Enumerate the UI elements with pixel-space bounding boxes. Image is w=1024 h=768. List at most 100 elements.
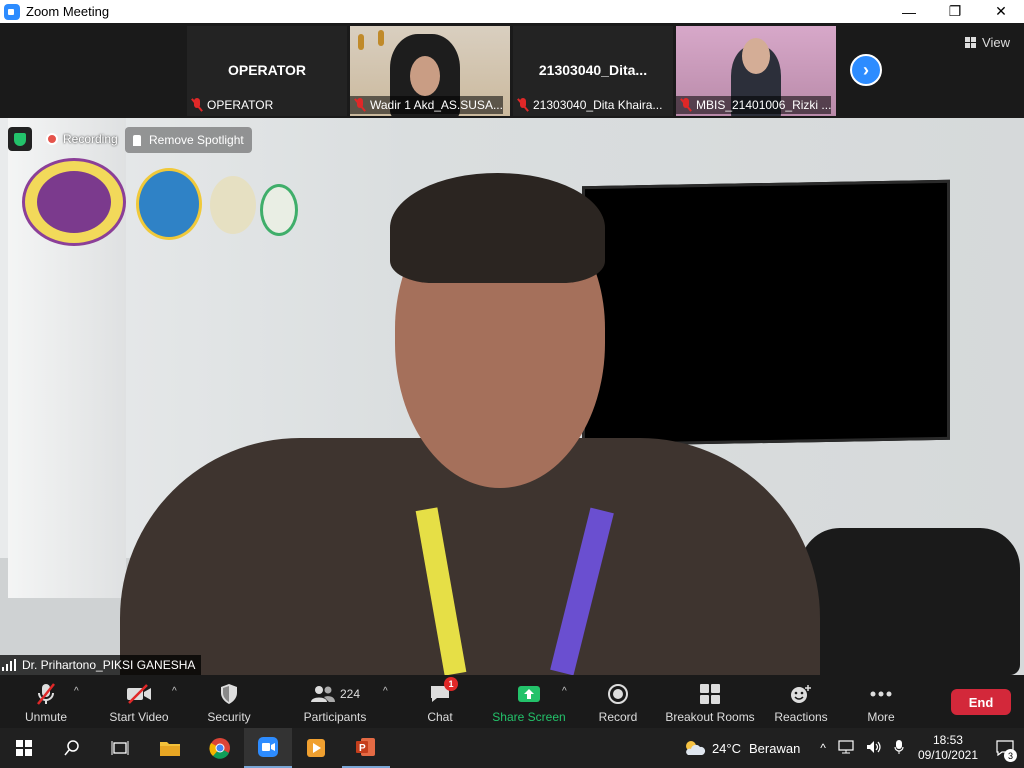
speaker-video: Recording Remove Spotlight Dr. Priharton… [0, 118, 1024, 675]
participant-label-text: 21303040_Dita Khaira... [533, 98, 663, 112]
partner-logo [260, 184, 298, 236]
participant-label-text: OPERATOR [207, 98, 274, 112]
start-video-button[interactable]: Start Video [108, 675, 170, 728]
remove-spotlight-button[interactable]: Remove Spotlight [125, 127, 252, 153]
task-view-icon[interactable] [96, 728, 144, 768]
temperature: 24°C [711, 740, 741, 756]
record-icon [604, 681, 632, 707]
participant-thumbnail[interactable]: MBIS_21401006_Rizki ... [676, 26, 836, 116]
tut-wuri-handayani-logo [136, 168, 202, 240]
mic-muted-icon [191, 98, 203, 112]
speaker-name: Dr. Prihartono_PIKSI GANESHA [22, 658, 196, 672]
unmute-button[interactable]: Unmute [22, 675, 70, 728]
video-off-icon [125, 681, 153, 707]
chrome-icon[interactable] [196, 728, 244, 768]
powerpoint-icon[interactable]: P [342, 728, 390, 768]
record-label: Record [598, 710, 638, 724]
chat-unread-badge: 1 [444, 677, 458, 691]
speaker-name-label: Dr. Prihartono_PIKSI GANESHA [0, 655, 202, 675]
system-clock[interactable]: 18:53 09/10/2021 [918, 733, 978, 763]
participant-video-face [742, 38, 770, 74]
view-label: View [982, 35, 1010, 50]
end-meeting-button[interactable]: End [951, 689, 1011, 715]
mic-muted-icon [680, 98, 692, 112]
more-dots-icon [867, 681, 895, 707]
weather-condition: Berawan [748, 740, 801, 756]
zoom-taskbar-icon[interactable] [244, 728, 292, 768]
microphone-icon[interactable] [894, 739, 904, 758]
chat-label: Chat [427, 710, 453, 724]
share-screen-icon [515, 681, 543, 707]
encryption-shield-icon[interactable] [8, 127, 32, 151]
weather-widget[interactable]: 24°C Berawan [682, 739, 800, 757]
participant-thumbnail[interactable]: 21303040_Dita... 21303040_Dita Khaira... [513, 26, 673, 116]
participant-thumbnail[interactable]: OPERATOR OPERATOR [187, 26, 347, 116]
window-title: Zoom Meeting [26, 4, 110, 19]
search-icon[interactable] [48, 728, 96, 768]
participants-label: Participants [303, 710, 367, 724]
view-button[interactable]: View [965, 35, 1010, 50]
participants-button[interactable]: 224 Participants [303, 675, 367, 728]
more-button[interactable]: More [862, 675, 900, 728]
reactions-button[interactable]: Reactions [772, 675, 830, 728]
zoom-app-icon [4, 3, 20, 20]
participant-name-title: OPERATOR [227, 62, 307, 78]
share-screen-button[interactable]: Share Screen [492, 675, 566, 728]
mic-muted-icon [354, 98, 366, 112]
share-options-caret-icon[interactable]: ^ [562, 686, 567, 697]
remove-spotlight-label: Remove Spotlight [149, 133, 244, 147]
participants-count: 224 [339, 687, 361, 701]
file-explorer-icon[interactable] [146, 728, 194, 768]
record-button[interactable]: Record [596, 675, 640, 728]
volume-icon[interactable] [866, 740, 882, 757]
next-page-arrow-icon[interactable]: › [850, 54, 882, 86]
participant-label: OPERATOR [187, 96, 273, 114]
more-label: More [867, 710, 895, 724]
participant-label: Wadir 1 Akd_AS.SUSA... [350, 96, 503, 114]
video-options-caret-icon[interactable]: ^ [172, 686, 177, 697]
network-icon[interactable] [838, 739, 854, 757]
media-player-icon[interactable] [292, 728, 340, 768]
title-bar: Zoom Meeting — ❐ ✕ [0, 0, 1024, 23]
piksi-ganesha-logo [22, 158, 126, 246]
breakout-rooms-icon [696, 681, 724, 707]
office-chair [800, 528, 1020, 675]
security-label: Security [207, 710, 251, 724]
partner-logo [210, 176, 256, 234]
close-icon[interactable]: ✕ [978, 0, 1024, 23]
recording-indicator: Recording [8, 127, 118, 151]
reactions-smiley-icon [787, 681, 815, 707]
breakout-rooms-button[interactable]: Breakout Rooms [664, 675, 756, 728]
restore-icon[interactable]: ❐ [932, 0, 978, 23]
participant-thumbnail[interactable]: Wadir 1 Akd_AS.SUSA... [350, 26, 510, 116]
participant-label-text: Wadir 1 Akd_AS.SUSA... [370, 98, 503, 112]
participant-label-text: MBIS_21401006_Rizki ... [696, 98, 832, 112]
svg-text:P: P [359, 743, 366, 754]
minimize-icon[interactable]: — [886, 0, 932, 23]
participant-video-face [410, 56, 440, 96]
security-button[interactable]: Security [205, 675, 253, 728]
participants-options-caret-icon[interactable]: ^ [383, 686, 388, 697]
notification-center-icon[interactable]: 3 [986, 728, 1024, 768]
wall-tv [582, 179, 950, 447]
chat-button[interactable]: 1 Chat [420, 675, 460, 728]
participant-label: 21303040_Dita Khaira... [513, 96, 662, 114]
participant-name-title: 21303040_Dita... [538, 62, 648, 78]
breakout-rooms-label: Breakout Rooms [665, 710, 755, 724]
unmute-label: Unmute [24, 710, 68, 724]
start-video-label: Start Video [109, 710, 169, 724]
audio-options-caret-icon[interactable]: ^ [74, 686, 79, 697]
share-screen-label: Share Screen [492, 710, 566, 724]
institution-logos [22, 158, 302, 248]
windows-start-icon[interactable] [0, 728, 48, 768]
connection-signal-icon [2, 659, 18, 671]
lamp-icon [358, 34, 364, 50]
mic-muted-icon [517, 98, 529, 112]
cloudy-weather-icon [685, 741, 706, 755]
meeting-controls: Unmute ^ Start Video ^ Security 224 Part… [0, 675, 1024, 728]
participant-label: MBIS_21401006_Rizki ... [676, 96, 832, 114]
windows-taskbar: P 24°C Berawan ^ 18:53 09/10/2021 3 [0, 728, 1024, 768]
chevron-up-icon[interactable]: ^ [820, 741, 826, 755]
clock-date: 09/10/2021 [917, 748, 978, 762]
lamp-icon [378, 30, 384, 46]
